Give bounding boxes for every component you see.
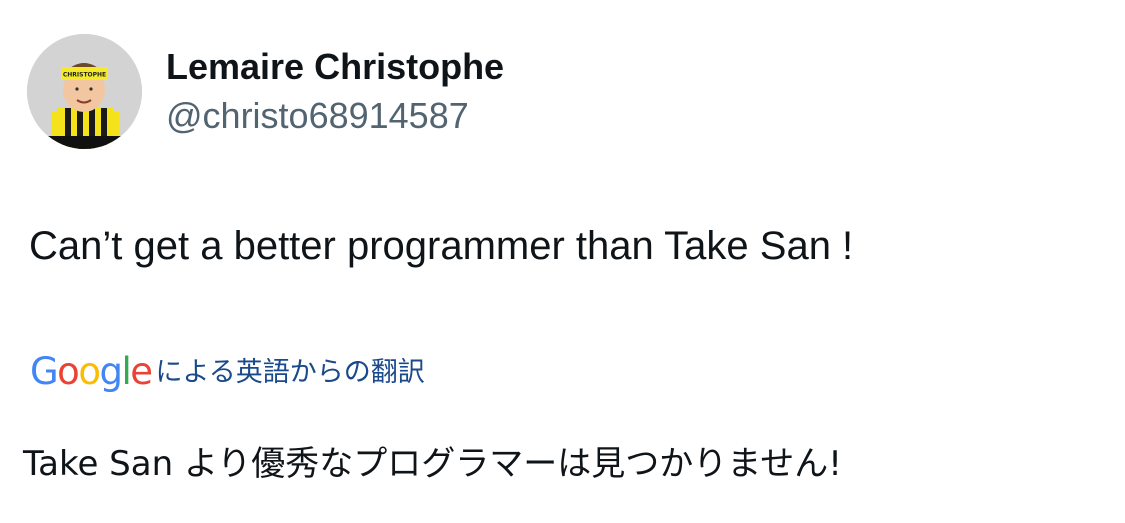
author-info: Lemaire Christophe @christo68914587 bbox=[166, 46, 504, 137]
google-logo-letter: o bbox=[57, 350, 80, 393]
avatar-illustration: CHRISTOPHE bbox=[27, 34, 142, 149]
translation-credit-link[interactable]: Google による英語からの翻訳 bbox=[30, 350, 425, 394]
avatar-headband-text: CHRISTOPHE bbox=[63, 72, 106, 79]
translated-text: Take San より優秀なプログラマーは見つかりません! bbox=[23, 444, 842, 484]
google-logo-letter: o bbox=[78, 350, 101, 393]
google-logo-letter: G bbox=[30, 350, 59, 393]
author-handle[interactable]: @christo68914587 bbox=[166, 95, 504, 137]
google-logo-letter: l bbox=[121, 350, 131, 393]
avatar[interactable]: CHRISTOPHE bbox=[27, 34, 142, 149]
translation-credit-text: による英語からの翻訳 bbox=[155, 357, 425, 388]
google-logo-letter: e bbox=[130, 350, 153, 393]
google-logo-letter: g bbox=[99, 350, 123, 393]
tweet-text: Can’t get a better programmer than Take … bbox=[29, 224, 854, 268]
tweet-card: CHRISTOPHE Lemaire Christophe @christo68… bbox=[0, 0, 1125, 523]
google-logo: Google bbox=[30, 350, 153, 394]
author-display-name[interactable]: Lemaire Christophe bbox=[166, 46, 504, 88]
